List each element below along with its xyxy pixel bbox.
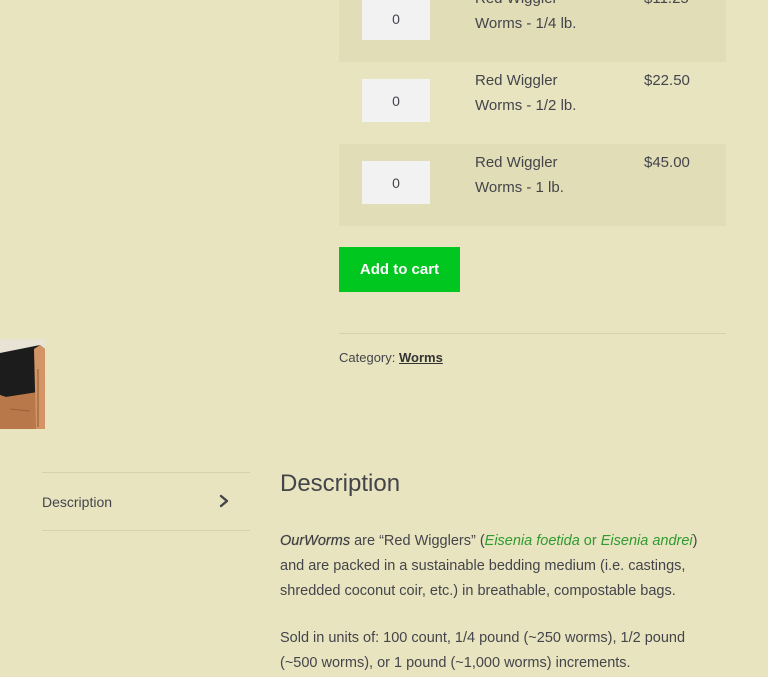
product-name[interactable]: Red Wiggler Worms - 1/4 lb. (475, 0, 615, 36)
description-text: are “Red Wigglers” ( (350, 533, 485, 549)
product-price: $22.50 (644, 72, 690, 89)
add-to-cart-button[interactable]: Add to cart (339, 247, 460, 292)
description-paragraph: OurWorms are “Red Wigglers” (Eisenia foe… (280, 529, 710, 604)
brand-name: OurWorms (280, 533, 351, 549)
tabs-divider (42, 530, 250, 531)
product-name-line: Red Wiggler (475, 0, 615, 11)
tab-label: Description (42, 493, 113, 510)
divider (339, 333, 726, 334)
product-name[interactable]: Red Wiggler Worms - 1 lb. (475, 150, 615, 200)
grouped-product-table: 0 Red Wiggler Worms - 1/4 lb. $11.25 0 R… (339, 0, 726, 226)
category-label: Category: (339, 350, 396, 365)
species-link[interactable]: Eisenia andrei (601, 533, 693, 549)
quantity-input[interactable]: 0 (362, 161, 430, 204)
species-link[interactable]: Eisenia foetida (485, 533, 580, 549)
quantity-input[interactable]: 0 (362, 79, 430, 122)
product-name-line: Worms - 1 lb. (475, 179, 564, 196)
product-meta: Category: Worms (339, 350, 443, 365)
quantity-input[interactable]: 0 (362, 0, 430, 40)
tab-description[interactable]: Description (42, 473, 250, 530)
category-link[interactable]: Worms (399, 350, 443, 365)
grouped-row: 0 Red Wiggler Worms - 1/4 lb. $11.25 (339, 0, 726, 62)
product-name[interactable]: Red Wiggler Worms - 1/2 lb. (475, 68, 615, 118)
grouped-row: 0 Red Wiggler Worms - 1/2 lb. $22.50 (339, 62, 726, 144)
thumbnail-image (0, 339, 45, 429)
product-thumbnail[interactable] (0, 339, 45, 429)
product-price: $45.00 (644, 154, 690, 171)
grouped-row: 0 Red Wiggler Worms - 1 lb. $45.00 (339, 144, 726, 226)
product-name-line: Worms - 1/2 lb. (475, 97, 577, 114)
chevron-right-icon (219, 494, 229, 508)
product-price: $11.25 (644, 0, 689, 11)
product-name-line: Red Wiggler (475, 154, 558, 171)
product-name-line: Red Wiggler (475, 72, 558, 89)
description-text: or (579, 533, 601, 549)
description-paragraph: Sold in units of: 100 count, 1/4 pound (… (280, 630, 686, 671)
description-title: Description (280, 470, 401, 497)
product-name-line: Worms - 1/4 lb. (475, 15, 577, 32)
